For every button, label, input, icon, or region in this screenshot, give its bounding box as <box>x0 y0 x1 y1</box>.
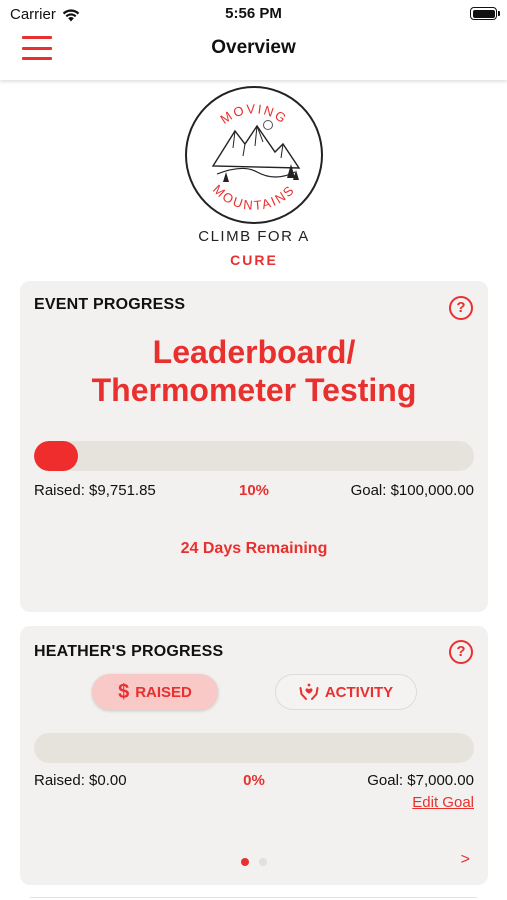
svg-text:MOUNTAINS: MOUNTAINS <box>210 182 298 213</box>
logo-tagline: CLIMB FOR A <box>198 228 310 245</box>
event-progress-card: EVENT PROGRESS ? Leaderboard/ Thermomete… <box>20 281 488 612</box>
tab-activity-label: ACTIVITY <box>324 683 394 701</box>
event-progress-fill <box>34 441 78 471</box>
event-help-icon[interactable]: ? <box>449 296 473 320</box>
personal-progress-bar <box>34 733 474 763</box>
page-title: Overview <box>211 37 296 58</box>
hands-heart-icon <box>299 683 319 700</box>
logo-arc-top: MOVING <box>217 101 288 127</box>
battery-icon <box>470 7 500 20</box>
tab-activity[interactable]: ACTIVITY <box>275 674 417 710</box>
event-name-line2: Thermometer Testing <box>91 372 417 408</box>
next-page-button[interactable]: > <box>461 851 470 869</box>
status-time: 5:56 PM <box>225 5 282 22</box>
logo-arc-bottom: MOUNTAINS <box>210 182 296 213</box>
personal-progress-stats: Raised: $0.00 0% Goal: $7,000.00 <box>34 772 474 792</box>
personal-progress-card: HEATHER'S PROGRESS ? $ RAISED ACTIVITY R… <box>20 626 488 885</box>
event-name-line1: Leaderboard/ <box>152 334 356 370</box>
event-progress-stats: Raised: $9,751.85 10% Goal: $100,000.00 <box>34 482 474 502</box>
event-logo: MOVING MOUNTAINS CLIMB FOR A CURE <box>183 86 325 270</box>
tab-raised[interactable]: $ RAISED <box>92 674 218 710</box>
days-remaining: 24 Days Remaining <box>180 540 328 557</box>
mountain-illustration: MOVING MOUNTAINS <box>210 101 301 213</box>
divider <box>30 897 477 898</box>
personal-progress-title: HEATHER'S PROGRESS <box>34 643 224 660</box>
svg-text:MOVING: MOVING <box>217 101 290 127</box>
page-dot[interactable] <box>241 858 249 866</box>
page-indicator[interactable] <box>20 858 488 866</box>
tab-raised-label: RAISED <box>135 683 192 701</box>
event-name: Leaderboard/ Thermometer Testing <box>20 333 488 409</box>
edit-goal-link[interactable]: Edit Goal <box>412 794 474 811</box>
event-progress-title: EVENT PROGRESS <box>34 296 186 313</box>
event-progress-bar <box>34 441 474 471</box>
nav-bar: Overview <box>0 28 507 80</box>
personal-help-icon[interactable]: ? <box>449 640 473 664</box>
dollar-icon: $ <box>118 680 130 703</box>
logo-cure: CURE <box>230 252 278 268</box>
page-dot[interactable] <box>259 858 267 866</box>
personal-goal: Goal: $7,000.00 <box>367 772 474 789</box>
event-goal: Goal: $100,000.00 <box>350 482 474 499</box>
status-bar: Carrier 5:56 PM <box>0 0 507 28</box>
